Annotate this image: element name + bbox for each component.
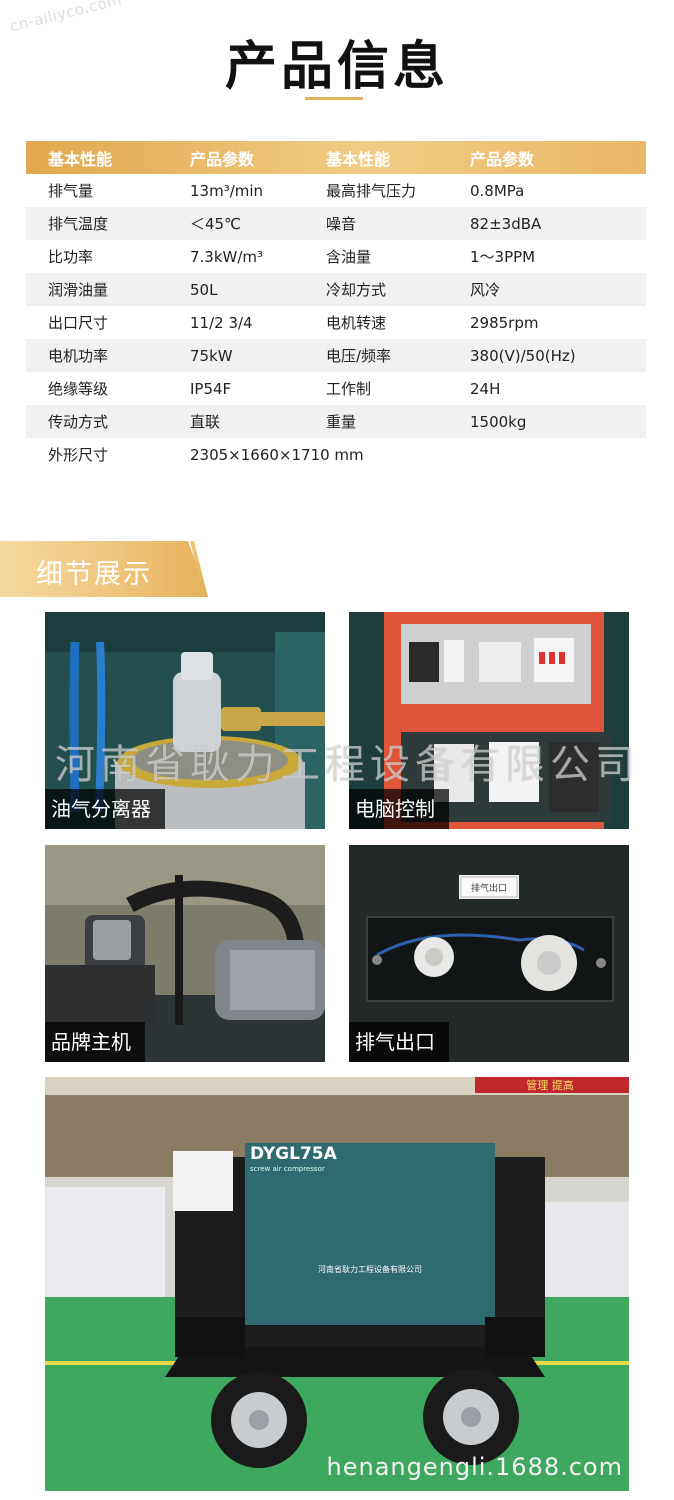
spec-cell: 外形尺寸: [48, 446, 109, 464]
spec-cell: 冷却方式: [326, 281, 387, 299]
machine-model-sub: screw air compressor: [250, 1165, 325, 1173]
spec-row: 排气量 13m³/min 最高排气压力 0.8MPa: [26, 174, 646, 207]
photo-caption: 品牌主机: [45, 1022, 145, 1062]
spec-cell: 风冷: [470, 281, 501, 299]
spec-cell: 重量: [326, 413, 357, 431]
title-underline: [305, 97, 363, 100]
spec-cell: 13m³/min: [190, 181, 264, 200]
spec-cell: 电压/频率: [326, 347, 392, 365]
plate-label: 排气出口: [471, 882, 507, 894]
photo-machine: 管理 提高 DYGL75A screw air compressor 河南省耿力…: [45, 1077, 629, 1491]
spec-cell: 11/2 3/4: [190, 313, 253, 332]
spec-cell: 380(V)/50(Hz): [470, 346, 576, 365]
spec-cell: 1～3PPM: [470, 248, 536, 266]
spec-cell: 直联: [190, 413, 221, 431]
spec-row: 电机功率 75kW 电压/频率 380(V)/50(Hz): [26, 339, 646, 372]
spec-header-cell: 产品参数: [470, 149, 535, 169]
spec-cell: 7.3kW/m³: [190, 247, 264, 266]
machine-illustration: 管理 提高 DYGL75A screw air compressor 河南省耿力…: [45, 1077, 629, 1491]
spec-cell: 2985rpm: [470, 313, 539, 332]
spec-row: 传动方式 直联 重量 1500kg: [26, 405, 646, 438]
spec-cell: 噪音: [326, 215, 357, 233]
spec-cell: IP54F: [190, 379, 232, 398]
spec-cell: 排气温度: [48, 215, 109, 233]
spec-cell: 24H: [470, 379, 501, 398]
spec-header-cell: 产品参数: [190, 149, 255, 169]
spec-row: 外形尺寸 2305×1660×1710 mm: [26, 438, 646, 471]
photo-control-panel: 电脑控制: [349, 612, 629, 829]
spec-cell: 电机转速: [326, 314, 387, 332]
spec-cell: 0.8MPa: [470, 181, 525, 200]
spec-cell: 电机功率: [48, 347, 109, 365]
section-title: 细节展示: [36, 559, 152, 590]
photo-brand-host: 品牌主机: [45, 845, 325, 1062]
photo-caption: 油气分离器: [45, 789, 165, 829]
spec-row: 比功率 7.3kW/m³ 含油量 1～3PPM: [26, 240, 646, 273]
spec-cell: 82±3dBA: [470, 214, 542, 233]
page-title: 产品信息: [224, 37, 449, 97]
watermark-site: henangengli.1688.com: [326, 1453, 623, 1481]
spec-row: 润滑油量 50L 冷却方式 风冷: [26, 273, 646, 306]
spec-row: 排气温度 ＜45℃ 噪音 82±3dBA: [26, 207, 646, 240]
factory-banner-text: 管理 提高: [526, 1078, 574, 1092]
spec-cell: 75kW: [190, 346, 233, 365]
spec-table: 基本性能 产品参数 基本性能 产品参数 排气量 13m³/min 最高排气压力 …: [26, 141, 646, 471]
spec-cell: 含油量: [326, 248, 372, 266]
spec-cell: 2305×1660×1710 mm: [190, 445, 364, 464]
spec-cell: 传动方式: [48, 413, 109, 431]
photo-exhaust-outlet: 排气出口 排气出口: [349, 845, 629, 1062]
spec-cell: 最高排气压力: [326, 182, 417, 200]
spec-header-cell: 基本性能: [326, 149, 391, 169]
spec-row: 出口尺寸 11/2 3/4 电机转速 2985rpm: [26, 306, 646, 339]
spec-cell: 1500kg: [470, 412, 527, 431]
spec-cell: 50L: [190, 280, 218, 299]
spec-cell: 绝缘等级: [48, 380, 109, 398]
photo-caption: 排气出口: [349, 1022, 449, 1062]
spec-cell: ＜45℃: [190, 215, 241, 233]
photo-caption: 电脑控制: [349, 789, 449, 829]
spec-header-row: 基本性能 产品参数 基本性能 产品参数: [26, 141, 646, 174]
machine-model: DYGL75A: [250, 1144, 338, 1164]
spec-header-cell: 基本性能: [48, 149, 113, 169]
spec-cell: 排气量: [48, 182, 94, 200]
spec-cell: 比功率: [48, 248, 94, 266]
photo-oil-separator: 油气分离器: [45, 612, 325, 829]
spec-cell: 出口尺寸: [48, 314, 109, 332]
spec-cell: 工作制: [326, 380, 372, 398]
watermark-company: 河南省耿力工程设备有限公司: [55, 742, 640, 788]
spec-row: 绝缘等级 IP54F 工作制 24H: [26, 372, 646, 405]
spec-cell: 润滑油量: [48, 281, 109, 299]
machine-company-label: 河南省耿力工程设备有限公司: [318, 1264, 422, 1274]
